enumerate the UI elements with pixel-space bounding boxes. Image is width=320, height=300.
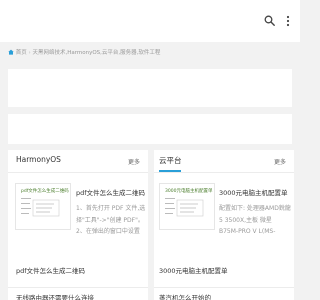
list-item[interactable]: 蒸汽机怎么开始的 [159,292,211,300]
breadcrumb-home[interactable]: 首页 [16,50,27,56]
section-card-harmonyos: HarmonyOS 更多 pdf文件怎么生成二维码 pdf文件怎么生成二维码 1… [8,150,148,300]
list-item[interactable]: 无线路由器还需要什么连接 [16,292,94,300]
top-bar [0,0,300,42]
thumbnail-doc-icon [176,199,204,217]
list-item[interactable]: pdf文件怎么生成二维码 [16,265,85,275]
article-thumbnail[interactable]: 3000元电脑主机配置单 [159,183,215,230]
thumbnail-doc-icon [32,199,60,217]
divider [154,287,294,288]
article-thumbnail[interactable]: pdf文件怎么生成二维码 [15,183,71,230]
featured-article-title[interactable]: pdf文件怎么生成二维码 [76,187,145,197]
card-header: 云平台 更多 [154,150,294,173]
breadcrumb: 首页 › 天黑网络技术,HarmonyOS,云平台,服务器,软件工程 [8,46,298,60]
card-header: HarmonyOS 更多 [8,150,148,173]
banner-panel [8,69,292,107]
breadcrumb-category[interactable]: 天黑网络技术,HarmonyOS,云平台,服务器,软件工程 [32,50,160,56]
divider [8,287,148,288]
more-link[interactable]: 更多 [128,157,140,166]
section-title: 云平台 [159,156,182,165]
breadcrumb-separator: › [28,50,31,56]
list-item[interactable]: 3000元电脑主机配置单 [159,265,228,275]
thumbnail-caption: pdf文件怎么生成二维码 [21,189,69,194]
section-card-cloud: 云平台 更多 3000元电脑主机配置单 3000元电脑主机配置单 配置如下: 处… [154,150,294,300]
featured-article-excerpt: 配置如下: 处理器AMD銳龍5 3500X,主板 微星 B75M-PRO V L… [219,205,291,235]
more-link[interactable]: 更多 [274,157,286,166]
banner-panel-secondary [8,114,292,144]
section-title: HarmonyOS [16,155,61,164]
home-icon [8,49,14,55]
thumbnail-caption: 3000元电脑主机配置单 [165,189,213,194]
featured-article-excerpt: 1、首先打开 PDF 文件,选择"工具"->"创建 PDF"。2、在弹出的窗口中… [76,205,146,235]
more-menu-icon[interactable] [284,15,292,27]
featured-article-title[interactable]: 3000元电脑主机配置单 [219,187,288,197]
active-underline [159,170,181,172]
search-icon[interactable] [264,15,275,26]
